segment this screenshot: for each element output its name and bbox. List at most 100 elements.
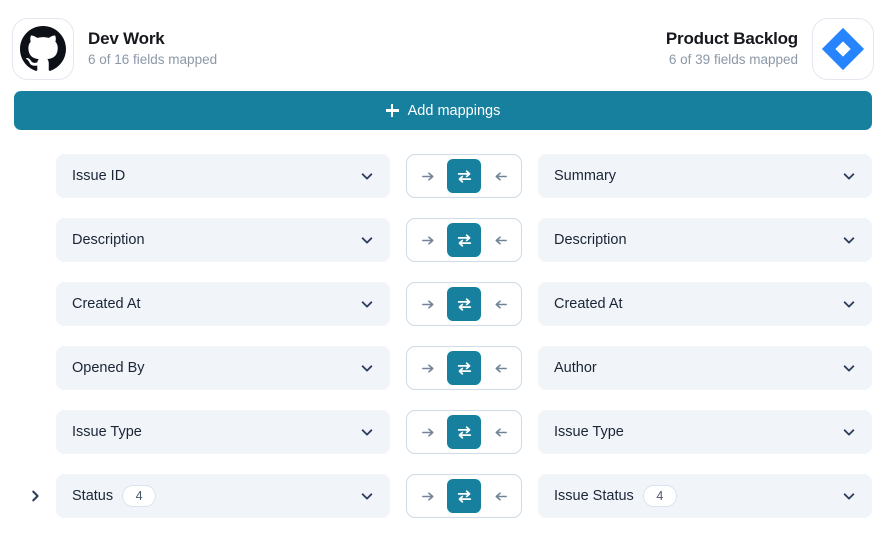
chevron-down-icon [842,489,856,503]
left-field-select[interactable]: Opened By [56,346,390,390]
left-field-select[interactable]: Status 4 [56,474,390,518]
right-field-label: Issue Status [554,488,634,504]
right-field-select[interactable]: Created At [538,282,872,326]
target-connection: Product Backlog 6 of 39 fields mapped [666,17,874,80]
left-field-label: Description [72,232,145,248]
github-icon [20,25,66,72]
plus-icon [385,104,399,117]
expand-row-chevron-right-icon[interactable] [14,488,56,504]
arrow-left-icon [493,361,508,376]
source-connection: Dev Work 6 of 16 fields mapped [12,17,217,80]
left-field-label: Status [72,488,114,504]
direction-left-button[interactable] [485,289,515,319]
arrow-right-icon [421,233,436,248]
direction-toggle-wrap [406,218,522,262]
direction-bidirectional-button[interactable] [447,479,481,513]
jira-icon [820,26,866,72]
right-field-label: Author [554,360,597,376]
direction-left-button[interactable] [485,353,515,383]
direction-right-button[interactable] [413,225,443,255]
left-field-select[interactable]: Issue Type [56,410,390,454]
right-field-select[interactable]: Issue Type [538,410,872,454]
direction-toggle-wrap [406,410,522,454]
right-field-count-badge: 4 [642,485,677,507]
jira-logo-tile [812,17,874,80]
direction-bidirectional-button[interactable] [447,415,481,449]
mapping-row: Issue Type Issue Type [0,400,886,464]
arrow-right-icon [421,361,436,376]
direction-right-button[interactable] [413,161,443,191]
source-subtitle: 6 of 16 fields mapped [88,52,218,68]
direction-left-button[interactable] [485,417,515,447]
arrow-left-icon [493,489,508,504]
source-titles: Dev Work 6 of 16 fields mapped [88,29,217,69]
left-field-label: Opened By [72,360,145,376]
direction-bidirectional-button[interactable] [447,351,481,385]
direction-right-button[interactable] [413,481,443,511]
direction-left-button[interactable] [485,161,515,191]
direction-right-button[interactable] [413,353,443,383]
direction-toggle-wrap [406,154,522,198]
direction-right-button[interactable] [413,417,443,447]
direction-toggle-group[interactable] [406,474,522,518]
direction-toggle-group[interactable] [406,346,522,390]
direction-toggle-group[interactable] [406,218,522,262]
arrow-left-icon [493,233,508,248]
mapping-row: Created At Created At [0,272,886,336]
direction-right-button[interactable] [413,289,443,319]
arrow-right-icon [421,169,436,184]
direction-bidirectional-button[interactable] [447,223,481,257]
mapping-list[interactable]: Issue ID Summary Description Description Cre… [0,144,886,539]
mapping-row: Issue ID Summary [0,144,886,208]
direction-toggle-group[interactable] [406,282,522,326]
left-field-label: Created At [72,296,141,312]
direction-toggle-wrap [406,474,522,518]
right-field-select[interactable]: Issue Status 4 [538,474,872,518]
right-field-label: Description [554,232,627,248]
right-field-select[interactable]: Author [538,346,872,390]
left-field-label: Issue Type [72,424,142,440]
chevron-down-icon [360,361,374,375]
add-mappings-button[interactable]: Add mappings [14,91,872,130]
left-field-count-badge: 4 [122,485,157,507]
direction-toggle-group[interactable] [406,410,522,454]
direction-left-button[interactable] [485,481,515,511]
arrow-left-icon [493,169,508,184]
right-field-select[interactable]: Summary [538,154,872,198]
arrow-left-icon [493,425,508,440]
chevron-down-icon [360,297,374,311]
mapping-row: Status 4 Issue Status 4 [0,464,886,528]
chevron-down-icon [360,425,374,439]
direction-bidirectional-button[interactable] [447,159,481,193]
left-field-select[interactable]: Description [56,218,390,262]
direction-toggle-wrap [406,346,522,390]
left-field-select[interactable]: Created At [56,282,390,326]
target-titles: Product Backlog 6 of 39 fields mapped [666,29,798,69]
arrow-right-icon [421,489,436,504]
direction-toggle-group[interactable] [406,154,522,198]
direction-left-button[interactable] [485,225,515,255]
direction-bidirectional-button[interactable] [447,287,481,321]
sync-bidirectional-icon [456,232,473,249]
chevron-down-icon [842,425,856,439]
field-mapping-screen: Dev Work 6 of 16 fields mapped Product B… [0,0,886,539]
left-field-label: Issue ID [72,168,126,184]
chevron-down-icon [842,361,856,375]
left-field-select[interactable]: Issue ID [56,154,390,198]
chevron-down-icon [842,169,856,183]
right-field-select[interactable]: Description [538,218,872,262]
right-field-label: Created At [554,296,623,312]
target-title: Product Backlog [665,28,798,48]
chevron-down-icon [360,233,374,247]
sync-bidirectional-icon [456,296,473,313]
sync-bidirectional-icon [456,360,473,377]
right-field-label: Issue Type [554,424,624,440]
connection-header: Dev Work 6 of 16 fields mapped Product B… [0,0,886,85]
direction-toggle-wrap [406,282,522,326]
arrow-left-icon [493,297,508,312]
target-subtitle: 6 of 39 fields mapped [668,52,798,68]
mapping-row: Description Description [0,208,886,272]
github-logo-tile [12,17,74,80]
add-mappings-label: Add mappings [407,102,501,119]
mapping-row: Opened By Author [0,336,886,400]
